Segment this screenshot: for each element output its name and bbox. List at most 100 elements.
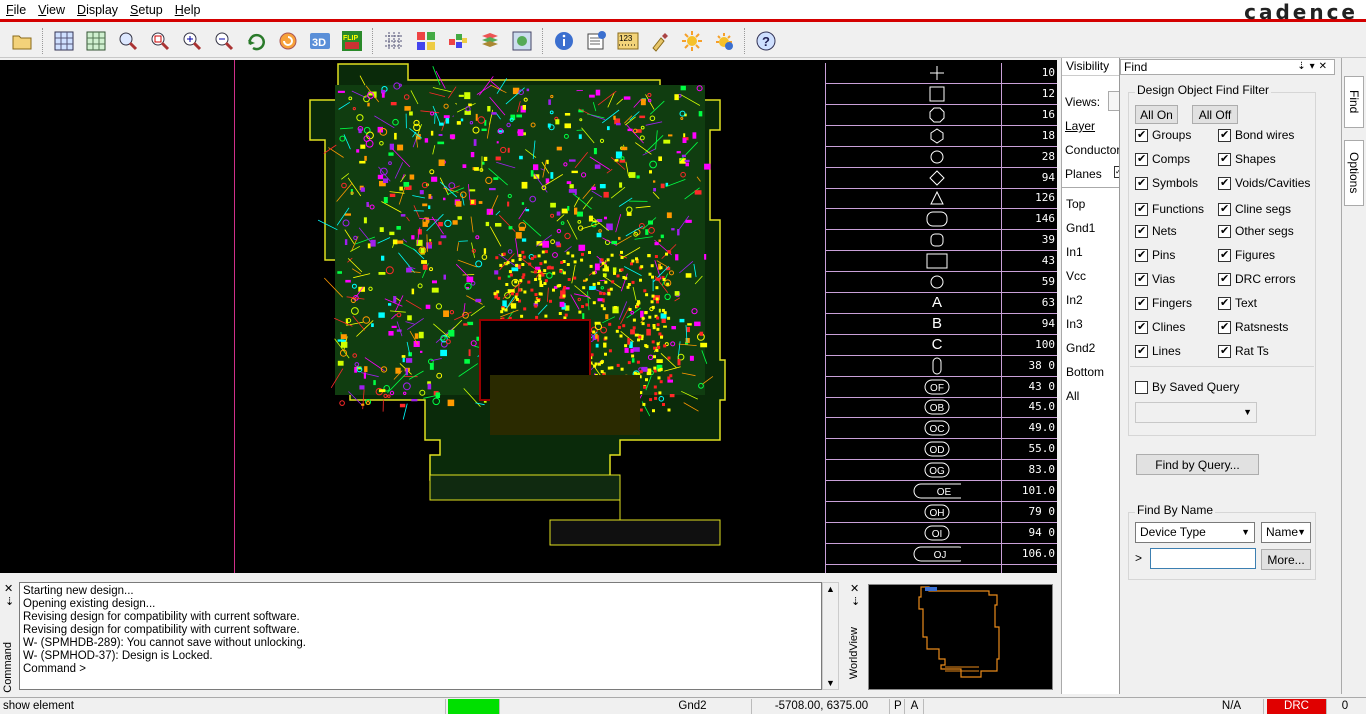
checkbox-box[interactable] [1135, 128, 1148, 142]
zoom-out-icon[interactable] [211, 28, 238, 55]
all-on-button[interactable]: All On [1135, 105, 1178, 124]
visibility-tab[interactable]: Visibility [1066, 59, 1109, 73]
active-layer[interactable]: Gnd2 [634, 699, 752, 714]
layer-item-in3[interactable]: In3 [1066, 317, 1083, 331]
zoom-window-icon[interactable] [147, 28, 174, 55]
command-output[interactable]: Starting new design... Opening existing d… [19, 582, 822, 690]
layer-item-gnd2[interactable]: Gnd2 [1066, 341, 1095, 355]
checkbox-box[interactable] [1135, 176, 1148, 190]
filter-bond-wires-checkbox[interactable]: Bond wires [1218, 128, 1294, 142]
menu-file[interactable]: File [0, 0, 32, 20]
checkbox-box[interactable] [1218, 248, 1231, 262]
checkbox-box[interactable] [1135, 320, 1148, 334]
layer-item-top[interactable]: Top [1066, 197, 1085, 211]
checkbox-box[interactable] [1218, 152, 1231, 166]
filter-comps-checkbox[interactable]: Comps [1135, 152, 1190, 166]
zoom-fit-icon[interactable] [115, 28, 142, 55]
filter-other-segs-checkbox[interactable]: Other segs [1218, 224, 1294, 238]
checkbox-box[interactable] [1218, 272, 1231, 286]
filter-voids-cavities-checkbox[interactable]: Voids/Cavities [1218, 176, 1310, 190]
layer-item-gnd1[interactable]: Gnd1 [1066, 221, 1095, 235]
drc-indicator[interactable]: DRC [1267, 699, 1327, 714]
checkbox-box[interactable] [1218, 344, 1231, 358]
layout-panels-icon[interactable] [413, 28, 440, 55]
find-by-query-button[interactable]: Find by Query... [1136, 454, 1259, 475]
checkbox-box[interactable] [1135, 152, 1148, 166]
tab-find[interactable]: Find [1344, 76, 1364, 128]
checkbox-box[interactable] [1135, 224, 1148, 238]
checkbox-box[interactable] [1218, 176, 1231, 190]
info-icon[interactable] [551, 28, 578, 55]
checkbox-box[interactable] [1218, 202, 1231, 216]
filter-fingers-checkbox[interactable]: Fingers [1135, 296, 1192, 310]
grid-zoom-icon[interactable] [51, 28, 78, 55]
find-name-input[interactable] [1150, 548, 1256, 569]
layer-item-in1[interactable]: In1 [1066, 245, 1083, 259]
redraw-icon[interactable] [275, 28, 302, 55]
filter-drc-errors-checkbox[interactable]: DRC errors [1218, 272, 1296, 286]
scroll-up-icon[interactable]: ▲ [826, 584, 835, 594]
properties-icon[interactable] [583, 28, 610, 55]
filter-rat-ts-checkbox[interactable]: Rat Ts [1218, 344, 1269, 358]
checkbox-box[interactable] [1218, 128, 1231, 142]
filter-symbols-checkbox[interactable]: Symbols [1135, 176, 1198, 190]
zoom-in-icon[interactable] [179, 28, 206, 55]
filter-text-checkbox[interactable]: Text [1218, 296, 1257, 310]
tab-options[interactable]: Options [1344, 140, 1364, 206]
filter-functions-checkbox[interactable]: Functions [1135, 202, 1204, 216]
filter-lines-checkbox[interactable]: Lines [1135, 344, 1181, 358]
highlight-brush-icon[interactable] [647, 28, 674, 55]
panel-pin-icon[interactable]: ⇣▾✕ [1297, 60, 1331, 74]
dim-mode-icon[interactable] [711, 28, 738, 55]
checkbox-box[interactable] [1135, 272, 1148, 286]
flip-icon[interactable]: FLIP [339, 28, 366, 55]
a-flag[interactable]: A [906, 699, 924, 714]
all-off-button[interactable]: All Off [1192, 105, 1238, 124]
checkbox-box[interactable] [1135, 344, 1148, 358]
name-select[interactable]: Name ▼ [1261, 522, 1311, 543]
measure-icon[interactable]: 123 [615, 28, 642, 55]
close-icon[interactable]: ✕ [850, 582, 859, 595]
worldview-canvas[interactable] [868, 584, 1053, 690]
layer-item-bottom[interactable]: Bottom [1066, 365, 1104, 379]
checkbox-box[interactable] [1135, 380, 1148, 394]
menu-view[interactable]: View [32, 0, 71, 20]
menu-help[interactable]: Help [169, 0, 207, 20]
close-icon[interactable]: ✕ [4, 582, 13, 595]
layer-item-in2[interactable]: In2 [1066, 293, 1083, 307]
grid-icon[interactable] [381, 28, 408, 55]
filter-figures-checkbox[interactable]: Figures [1218, 248, 1275, 262]
filter-cline-segs-checkbox[interactable]: Cline segs [1218, 202, 1291, 216]
3d-view-icon[interactable]: 3D [307, 28, 334, 55]
layer-item-all[interactable]: All [1066, 389, 1079, 403]
more-button[interactable]: More... [1261, 549, 1311, 570]
menu-display[interactable]: Display [71, 0, 124, 20]
help-icon[interactable]: ? [753, 28, 780, 55]
color-palette-icon[interactable] [445, 28, 472, 55]
scroll-down-icon[interactable]: ▼ [826, 678, 835, 688]
checkbox-box[interactable] [1218, 296, 1231, 310]
checkbox-box[interactable] [1135, 248, 1148, 262]
checkbox-box[interactable] [1135, 296, 1148, 310]
checkbox-box[interactable] [1218, 224, 1231, 238]
zoom-previous-icon[interactable] [243, 28, 270, 55]
pin-icon[interactable]: ⇣ [851, 595, 860, 608]
pin-icon[interactable]: ⇣ [5, 595, 14, 608]
checkbox-box[interactable] [1218, 320, 1231, 334]
layers-icon[interactable] [477, 28, 504, 55]
filter-groups-checkbox[interactable]: Groups [1135, 128, 1191, 142]
filter-vias-checkbox[interactable]: Vias [1135, 272, 1175, 286]
checkbox-box[interactable] [1135, 202, 1148, 216]
p-flag[interactable]: P [891, 699, 905, 714]
device-type-select[interactable]: Device Type ▼ [1135, 522, 1255, 543]
saved-query-dropdown[interactable]: ▼ [1135, 402, 1257, 423]
filter-nets-checkbox[interactable]: Nets [1135, 224, 1177, 238]
design-canvas[interactable]: 10 12 16 18 28 94 126 146 39 43 59 A 63 B 94 C 100 38 0 OF… [0, 60, 1057, 573]
menu-setup[interactable]: Setup [124, 0, 169, 20]
filter-clines-checkbox[interactable]: Clines [1135, 320, 1185, 334]
filter-shapes-checkbox[interactable]: Shapes [1218, 152, 1276, 166]
open-folder-icon[interactable] [9, 28, 36, 55]
grid-zoom-2-icon[interactable] [83, 28, 110, 55]
filter-pins-checkbox[interactable]: Pins [1135, 248, 1175, 262]
shadow-mode-icon[interactable] [679, 28, 706, 55]
